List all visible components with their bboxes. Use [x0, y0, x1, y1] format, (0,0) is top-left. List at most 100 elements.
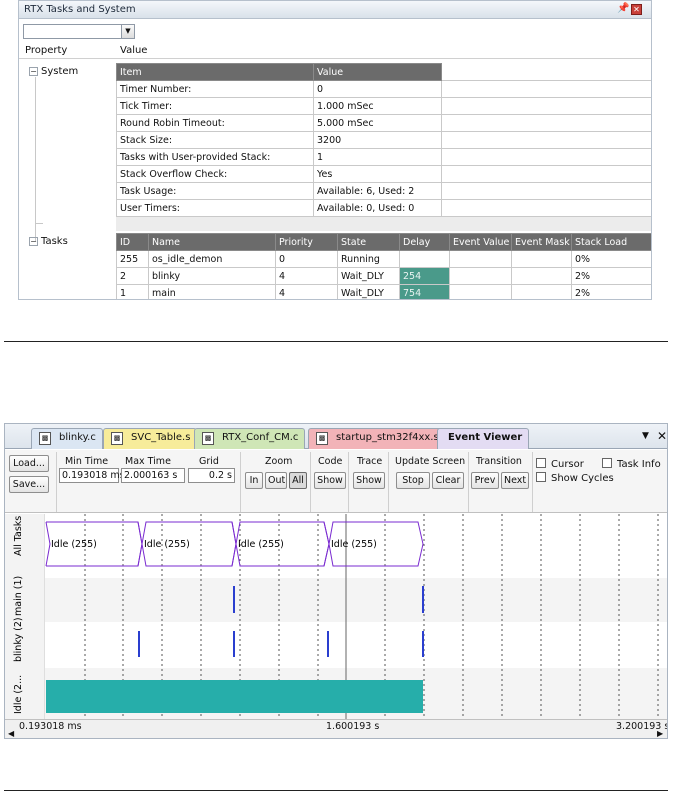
view-selector-combo[interactable]: ▼ — [23, 24, 135, 39]
close-icon[interactable]: ✕ — [631, 4, 642, 15]
panel-title: RTX Tasks and System — [24, 4, 136, 15]
table-row[interactable]: Task Usage: Available: 6, Used: 2 — [116, 182, 651, 200]
column-header: Name — [148, 233, 276, 251]
row-label-idle: Idle (2... — [13, 675, 24, 714]
grid-value: 0.2 s — [188, 468, 235, 483]
property-column-header: Property — [25, 45, 68, 56]
filler-cell — [441, 148, 651, 166]
name-cell: blinky — [148, 267, 276, 285]
load-button[interactable]: Load... — [9, 455, 49, 472]
table-row[interactable]: Round Robin Timeout: 5.000 mSec — [116, 114, 651, 132]
column-header: State — [337, 233, 400, 251]
checkbox-box[interactable] — [536, 458, 546, 468]
table-row[interactable]: User Timers: Available: 0, Used: 0 — [116, 199, 651, 217]
file-icon: ▩ — [316, 432, 328, 445]
code-show-button[interactable]: Show — [314, 472, 346, 489]
filler-cell — [441, 97, 651, 115]
table-row[interactable]: Tasks with User-provided Stack: 1 — [116, 148, 651, 166]
scroll-right-icon[interactable]: ▶ — [657, 729, 663, 738]
zoom-in-button[interactable]: In — [245, 472, 263, 489]
prev-transition-button[interactable]: Prev — [471, 472, 499, 489]
cursor-checkbox[interactable]: Cursor — [536, 458, 584, 470]
item-cell: Stack Size: — [116, 131, 314, 149]
checkbox-box[interactable] — [602, 458, 612, 468]
save-button[interactable]: Save... — [9, 476, 49, 493]
tree-node-system[interactable]: − System — [29, 66, 78, 77]
update-screen-label: Update Screen — [395, 456, 466, 467]
trace-label: Trace — [357, 456, 383, 467]
state-cell: Wait_DLY — [337, 284, 400, 299]
table-row[interactable]: Stack Size: 3200 — [116, 131, 651, 149]
name-cell: main — [148, 284, 276, 299]
chevron-down-icon[interactable]: ▼ — [121, 25, 134, 38]
item-cell: Tasks with User-provided Stack: — [116, 148, 314, 166]
horizontal-scrollbar[interactable]: ◀ ▶ — [5, 729, 667, 738]
id-cell: 255 — [116, 250, 149, 268]
trace-show-button[interactable]: Show — [353, 472, 385, 489]
tab-rtx-conf-cm-c[interactable]: ▩ RTX_Conf_CM.c — [194, 428, 306, 449]
tab-svc-table-s[interactable]: ▩ SVC_Table.s — [103, 428, 198, 449]
tasks-table-header: ID Name Priority State Delay Event Value… — [116, 233, 651, 251]
event-value-cell — [449, 284, 512, 299]
table-row[interactable]: Stack Overflow Check: Yes — [116, 165, 651, 183]
value-cell: 1 — [313, 148, 442, 166]
item-cell: User Timers: — [116, 199, 314, 217]
event-mask-cell — [511, 267, 572, 285]
scroll-left-icon[interactable]: ◀ — [8, 729, 14, 738]
table-row[interactable]: Tick Timer: 1.000 mSec — [116, 97, 651, 115]
tab-dropdown-icon[interactable]: ▼ — [642, 431, 649, 441]
priority-cell: 4 — [275, 267, 338, 285]
task-info-checkbox[interactable]: Task Info — [602, 458, 661, 470]
pin-icon[interactable]: 📌 — [617, 3, 629, 14]
show-cycles-checkbox[interactable]: Show Cycles — [536, 472, 614, 484]
cursor-label: Cursor — [551, 459, 584, 470]
collapse-icon[interactable]: − — [29, 236, 38, 246]
delay-cell: 754 — [399, 284, 450, 299]
tree-node-tasks[interactable]: − Tasks — [29, 236, 68, 247]
property-header-row: Property Value — [19, 44, 651, 59]
idle-segment-label: Idle (255) — [144, 539, 190, 550]
table-row[interactable]: Timer Number: 0 — [116, 80, 651, 98]
row-label-all-tasks: All Tasks — [13, 516, 24, 556]
tab-startup-s[interactable]: ▩ startup_stm32f4xx.s — [308, 428, 446, 449]
checkbox-box[interactable] — [536, 472, 546, 482]
row-label-blinky: blinky (2) — [13, 617, 24, 662]
item-cell: Timer Number: — [116, 80, 314, 98]
zoom-all-button[interactable]: All — [289, 472, 307, 489]
show-cycles-label: Show Cycles — [551, 473, 614, 484]
tree-node-label: System — [41, 66, 79, 77]
panel-titlebar: RTX Tasks and System 📌 ✕ — [19, 1, 651, 19]
close-icon[interactable]: ✕ — [657, 429, 667, 443]
table-row[interactable]: 2 blinky 4 Wait_DLY 254 2% — [116, 267, 651, 285]
filler-cell — [441, 165, 651, 183]
tab-blinky-c[interactable]: ▩ blinky.c — [31, 428, 103, 449]
column-header: Stack Load — [571, 233, 651, 251]
code-label: Code — [318, 456, 343, 467]
load-save-group: Load... Save... — [5, 452, 57, 512]
item-cell: Task Usage: — [116, 182, 314, 200]
min-time-value: 0.193018 ms — [59, 468, 125, 483]
stack-load-cell: 2% — [571, 267, 651, 285]
table-row[interactable]: 255 os_idle_demon 0 Running 0% — [116, 250, 651, 268]
zoom-out-button[interactable]: Out — [265, 472, 287, 489]
stop-button[interactable]: Stop — [396, 472, 430, 489]
column-header: Item — [116, 63, 314, 81]
collapse-icon[interactable]: − — [29, 66, 38, 76]
tab-event-viewer[interactable]: Event Viewer — [437, 428, 530, 449]
event-value-cell — [449, 267, 512, 285]
id-cell: 2 — [116, 267, 149, 285]
next-transition-button[interactable]: Next — [501, 472, 529, 489]
max-time-value: 2.000163 s — [121, 468, 185, 483]
event-timeline-plot[interactable]: All Tasks main (1) blinky (2) Idle (2...… — [5, 514, 667, 719]
header-filler — [441, 63, 651, 81]
grid-label: Grid — [199, 456, 219, 467]
item-cell: Tick Timer: — [116, 97, 314, 115]
row-label-column — [5, 514, 45, 719]
column-header: Delay — [399, 233, 450, 251]
item-cell: Stack Overflow Check: — [116, 165, 314, 183]
table-row[interactable]: 1 main 4 Wait_DLY 754 2% — [116, 284, 651, 299]
tree-line — [35, 223, 43, 224]
clear-button[interactable]: Clear — [432, 472, 464, 489]
id-cell: 1 — [116, 284, 149, 299]
tab-label: RTX_Conf_CM.c — [222, 432, 299, 443]
